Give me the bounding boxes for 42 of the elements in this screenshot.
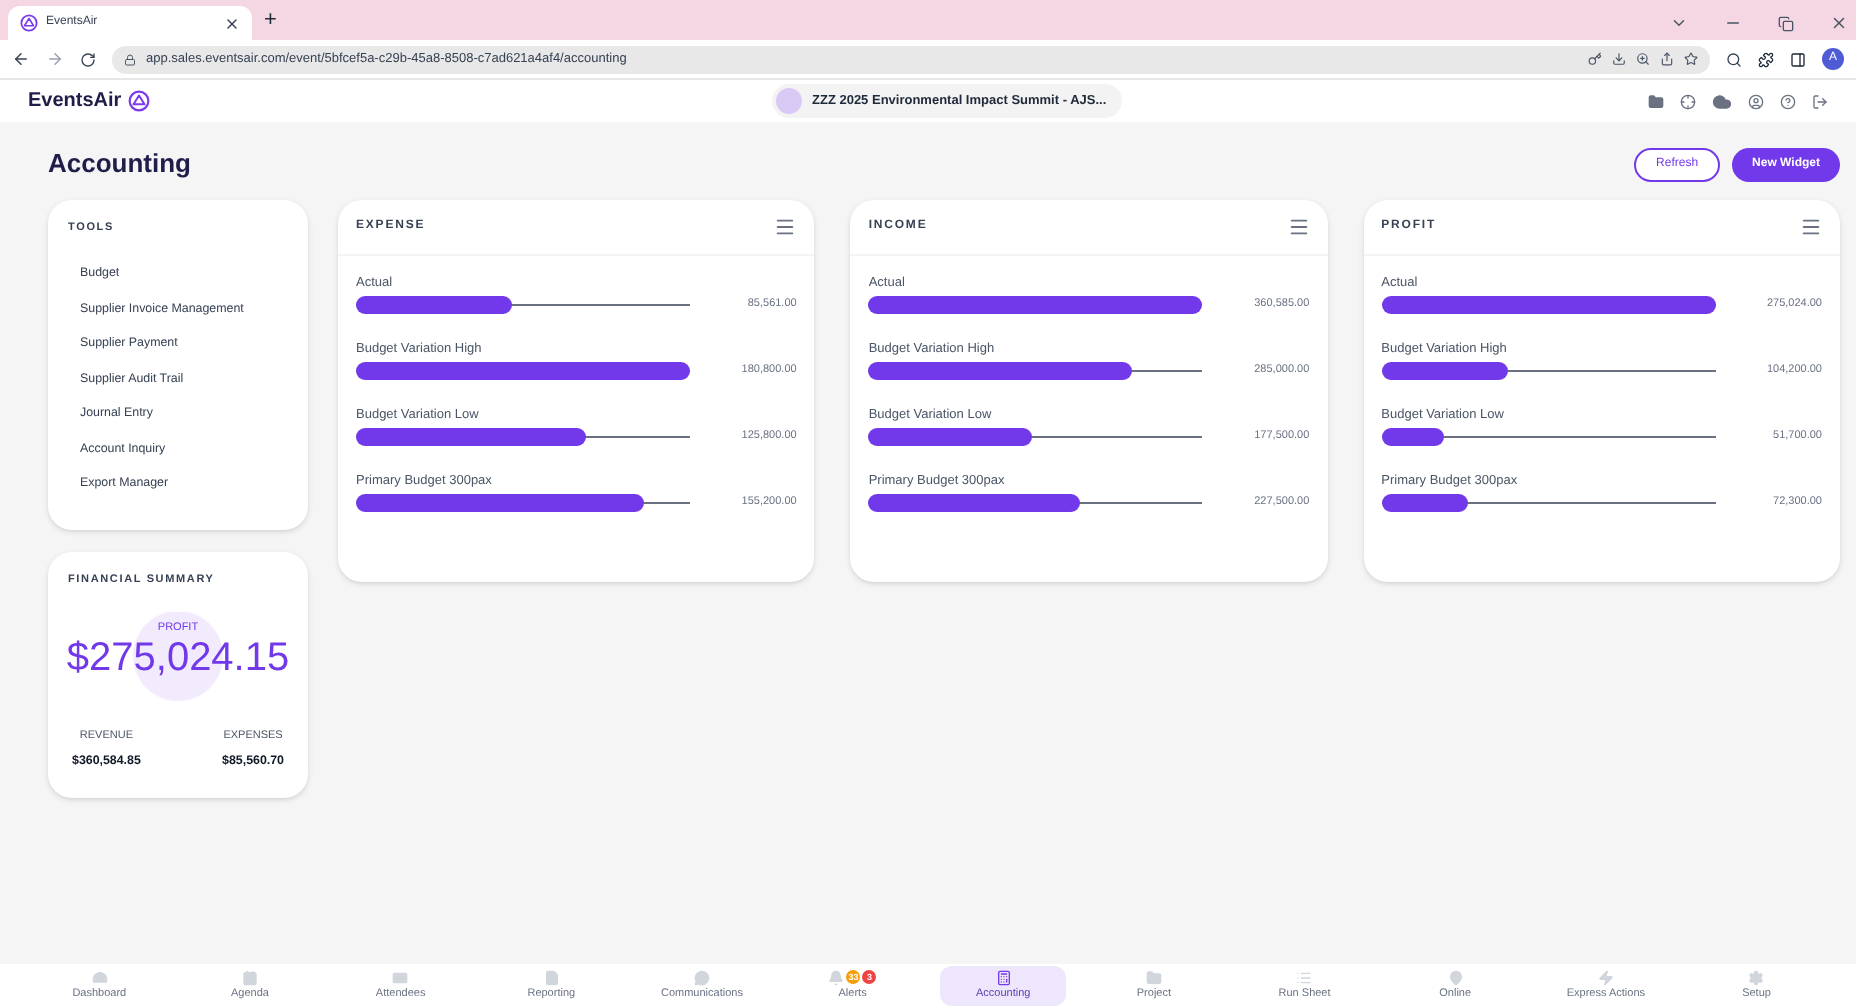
close-icon[interactable] [1830,14,1848,32]
brand-name: EventsAir [28,88,122,116]
side-panel-icon[interactable] [1790,51,1806,67]
target-icon[interactable] [1680,93,1696,109]
chevron-down-icon[interactable] [1670,14,1688,32]
menu-icon[interactable] [1287,216,1310,238]
logout-icon[interactable] [1812,93,1828,109]
page-title: Accounting [48,146,191,183]
logo-icon [20,14,38,32]
user-icon[interactable] [1748,93,1764,109]
bell-icon [828,969,845,986]
star-icon[interactable] [1684,52,1698,66]
menu-icon[interactable] [774,216,797,238]
key-icon[interactable] [1588,52,1602,66]
back-icon[interactable] [12,50,30,68]
calendar-icon [241,969,258,986]
cloud-icon[interactable] [1712,91,1732,111]
event-avatar [776,88,802,114]
chat-bubble-icon [693,969,710,986]
help-icon[interactable] [1780,93,1796,109]
zoom-icon[interactable] [1636,52,1650,66]
menu-icon[interactable] [1799,216,1822,238]
new-tab-button[interactable]: + [264,3,277,36]
share-icon[interactable] [1660,52,1674,66]
lock-icon [124,53,136,65]
profit-amount: $275,024.15 [66,636,290,681]
lightning-icon [1597,969,1614,986]
folder-icon[interactable] [1648,93,1664,109]
folder-icon [1145,969,1162,986]
close-icon[interactable] [224,15,240,31]
logo-icon [127,90,150,112]
document-icon [543,969,560,986]
search-icon[interactable] [1726,51,1742,67]
map-pin-icon [1447,969,1464,986]
restore-icon[interactable] [1778,15,1794,31]
calculator-icon [995,969,1012,986]
download-icon[interactable] [1612,52,1626,66]
reload-icon[interactable] [80,51,96,67]
forward-icon[interactable] [46,50,64,68]
puzzle-icon[interactable] [1758,51,1774,67]
list-icon [1296,969,1313,986]
settings-icon [1748,969,1765,986]
